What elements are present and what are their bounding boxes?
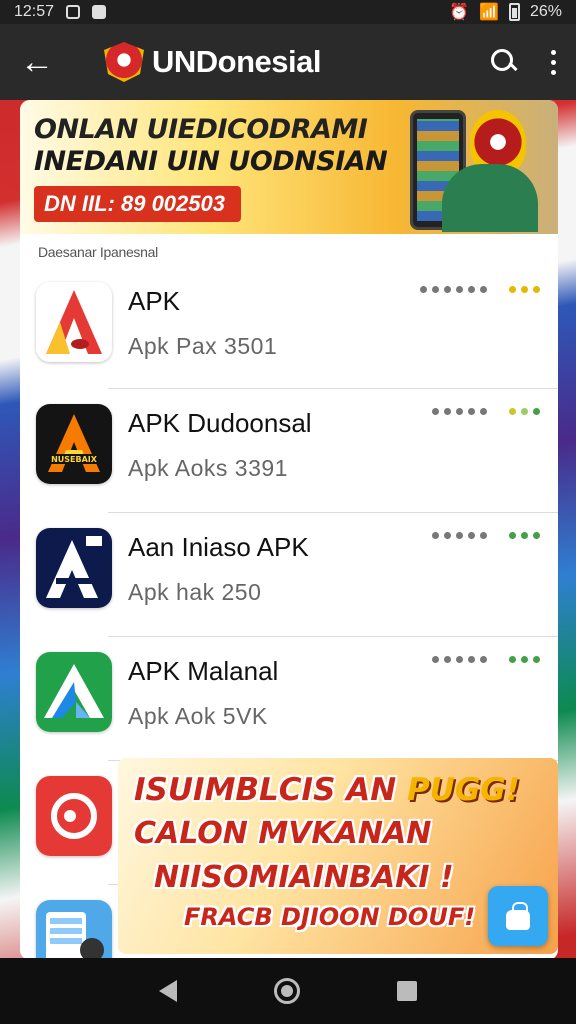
list-item[interactable]: APK Malanal Apk Aok 5VK — [20, 636, 558, 760]
app-meta: Apk Pax 3501 — [128, 333, 278, 359]
app-bar-actions — [491, 49, 556, 75]
app-logo — [104, 42, 144, 82]
more-options-icon[interactable] — [551, 49, 556, 75]
banner-tag: DN IIL: 89 002503 — [34, 186, 241, 222]
promo-line-1: ISUIMBLCIS AN PUGG! — [134, 768, 546, 812]
dark-orange-a-icon: NUSEBAIX — [36, 404, 112, 484]
list-item[interactable]: APK Apk Pax 3501 — [20, 266, 558, 388]
screen: 12:57 ⏰ 📶 26% ← UNDonesial ONLAN UIEDICO… — [0, 0, 576, 1024]
floating-action-button[interactable] — [488, 886, 548, 946]
rating-dots — [420, 286, 540, 293]
nav-home-icon[interactable] — [273, 978, 300, 1004]
list-item-text: APK Dudoonsal Apk Aoks 3391 — [128, 404, 542, 482]
app-title: UNDonesial — [152, 44, 321, 79]
status-right: ⏰ 📶 26% — [449, 2, 562, 22]
rating-dots — [432, 532, 540, 539]
list-item-text: APK Malanal Apk Aok 5VK — [128, 652, 542, 730]
wifi-icon: 📶 — [479, 4, 499, 21]
status-bar: 12:57 ⏰ 📶 26% — [0, 0, 576, 24]
red-yellow-a-icon — [36, 282, 112, 362]
list-item-text: APK Apk Pax 3501 — [128, 282, 542, 360]
gallery-notification-icon — [66, 5, 81, 19]
promo-banner[interactable]: ONLAN UIEDICODRAMI INEDANI UIN UODNSIAN … — [20, 100, 558, 234]
list-item[interactable]: Aan Iniaso APK Apk hak 250 — [20, 512, 558, 636]
promo-line-4: FRACB DJIOON DOUF! — [184, 903, 476, 931]
app-bar: ← UNDonesial — [0, 24, 576, 100]
app-meta: Apk Aoks 3391 — [128, 455, 288, 481]
rating-dots — [432, 656, 540, 663]
section-label: Daesanar Ipanesnal — [38, 244, 158, 260]
notification-icon — [92, 5, 107, 19]
promo-line-1b: PUGG! — [406, 772, 520, 808]
svg-text:NUSEBAIX: NUSEBAIX — [51, 455, 98, 464]
list-item-text: Aan Iniaso APK Apk hak 250 — [128, 528, 542, 606]
status-time: 12:57 — [14, 3, 55, 20]
back-arrow-icon[interactable]: ← — [20, 45, 64, 79]
nav-recents-icon[interactable] — [397, 981, 418, 1001]
phone-robot-icon — [36, 900, 112, 960]
alarm-icon: ⏰ — [449, 4, 470, 21]
list-item[interactable]: NUSEBAIX APK Dudoonsal Apk Aoks 3391 — [20, 388, 558, 512]
promo-line-3: NIISOMIAINBAKI ! — [154, 860, 454, 895]
promo-line-1a: ISUIMBLCIS AN — [134, 772, 407, 808]
banner-illustration — [404, 104, 544, 232]
red-circle-icon — [36, 776, 112, 856]
nav-back-icon[interactable] — [158, 980, 177, 1002]
green-blue-a-icon — [36, 652, 112, 732]
battery-percent: 26% — [529, 3, 562, 20]
person-illustration — [442, 164, 538, 232]
navy-a-icon — [36, 528, 112, 608]
battery-icon — [508, 3, 520, 21]
system-nav-bar — [0, 958, 576, 1024]
search-icon[interactable] — [491, 49, 517, 75]
app-meta: Apk Aok 5VK — [128, 703, 268, 729]
promo-line-2: CALON MVKANAN — [134, 816, 432, 851]
app-meta: Apk hak 250 — [128, 579, 262, 605]
rating-dots — [432, 408, 540, 415]
robot-icon — [504, 902, 532, 930]
